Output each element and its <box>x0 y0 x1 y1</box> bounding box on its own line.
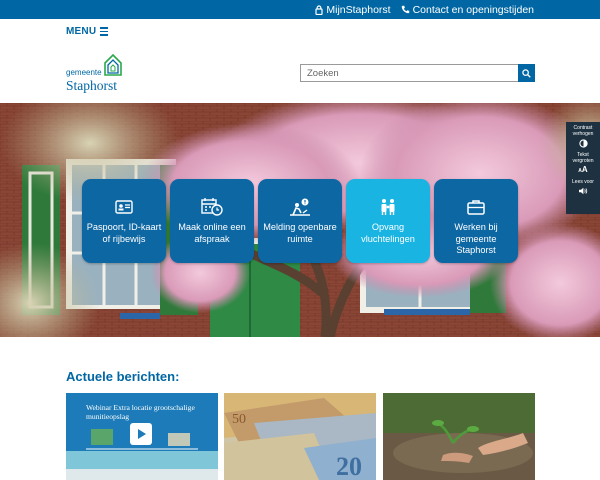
read-aloud-label: Lees voor <box>572 178 594 185</box>
contrast-label: Contrast verhogen <box>572 125 594 137</box>
logo[interactable]: gemeente Staphorst <box>66 54 126 94</box>
contrast-toggle[interactable]: Contrast verhogen <box>566 125 600 148</box>
report-person-icon <box>290 198 310 216</box>
tile-report[interactable]: Melding openbare ruimte <box>258 179 342 263</box>
tile-refugees[interactable]: Opvang vluchtelingen <box>346 179 430 263</box>
phone-icon <box>401 5 409 14</box>
search-bar <box>300 64 535 82</box>
house-logo-icon <box>104 54 122 76</box>
tile-appointment-label: Maak online een afspraak <box>178 222 246 244</box>
logo-text-small: gemeente <box>66 68 102 77</box>
read-aloud-toggle[interactable]: Lees voor <box>572 179 594 195</box>
briefcase-icon <box>467 200 485 215</box>
planting-seedling-photo <box>383 393 535 480</box>
svg-text:50: 50 <box>232 412 246 427</box>
menu-label: MENU <box>66 26 97 37</box>
news-section-title: Actuele berichten: <box>66 369 180 384</box>
tile-jobs-label: Werken bij gemeente Staphorst <box>454 222 498 255</box>
news-card-webinar[interactable]: Webinar Extra locatie grootschalige muni… <box>66 393 218 480</box>
search-input[interactable] <box>300 64 518 82</box>
text-size-icon: AA <box>578 165 588 174</box>
contact-link[interactable]: Contact en openingstijden <box>401 4 534 16</box>
lock-icon <box>315 4 323 15</box>
search-button[interactable] <box>518 64 535 82</box>
hero-banner: Paspoort, ID-kaart of rijbewijs Maak onl… <box>0 103 600 337</box>
family-icon <box>381 199 395 215</box>
id-card-icon <box>115 200 133 214</box>
tile-appointment[interactable]: Maak online een afspraak <box>170 179 254 263</box>
news-card-euro[interactable]: 20 50 <box>224 393 376 480</box>
contrast-icon <box>578 139 588 148</box>
mijn-staphorst-label: MijnStaphorst <box>326 3 391 16</box>
menu-button[interactable]: MENU <box>66 26 109 37</box>
tile-passport-label: Paspoort, ID-kaart of rijbewijs <box>86 222 162 244</box>
accessibility-toolbar: Contrast verhogen Tekst vergroten AA Lee… <box>566 122 600 214</box>
calendar-clock-icon <box>201 198 223 216</box>
top-bar: MijnStaphorst Contact en openingstijden <box>0 0 600 19</box>
euro-banknotes-photo: 20 50 <box>224 393 376 480</box>
text-size-toggle[interactable]: Tekst vergroten AA <box>566 152 600 175</box>
speaker-icon <box>579 187 588 194</box>
news-card-webinar-caption: Webinar Extra locatie grootschalige muni… <box>86 403 195 422</box>
contact-label: Contact en openingstijden <box>412 3 534 16</box>
hamburger-icon <box>100 27 109 36</box>
tile-jobs[interactable]: Werken bij gemeente Staphorst <box>434 179 518 263</box>
text-size-label: Tekst vergroten <box>572 152 594 164</box>
tile-passport[interactable]: Paspoort, ID-kaart of rijbewijs <box>82 179 166 263</box>
tile-report-label: Melding openbare ruimte <box>263 222 337 244</box>
news-card-planting[interactable] <box>383 393 535 480</box>
mijn-staphorst-link[interactable]: MijnStaphorst <box>315 3 391 16</box>
svg-text:20: 20 <box>336 452 362 480</box>
logo-text-big: Staphorst <box>66 78 118 93</box>
tile-refugees-label: Opvang vluchtelingen <box>361 222 415 244</box>
search-icon <box>522 68 531 78</box>
